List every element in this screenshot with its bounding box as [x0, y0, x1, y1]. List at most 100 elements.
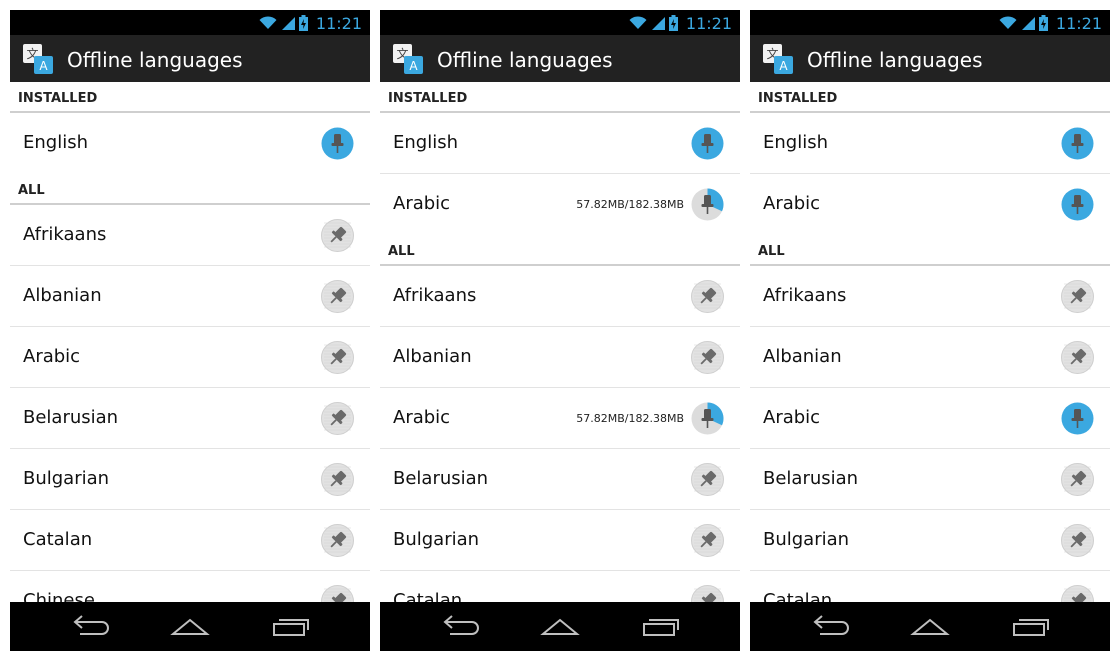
pin-icon[interactable] [321, 219, 354, 252]
phone-screen-2: 11:21 文 A Offline languages INSTALLED English… [380, 10, 740, 651]
pin-icon[interactable] [321, 524, 354, 557]
translate-app-icon[interactable]: 文A [22, 43, 54, 75]
back-icon[interactable] [810, 614, 850, 638]
action-bar: 文 A Offline languages [750, 35, 1110, 82]
pin-icon[interactable] [691, 585, 724, 602]
action-bar-title: Offline languages [437, 48, 613, 72]
pin-icon[interactable] [1061, 585, 1094, 602]
language-row-catalan[interactable]: Catalan [750, 571, 1110, 602]
pin-installed-icon[interactable] [1061, 188, 1094, 221]
translate-app-icon[interactable]: 文A [762, 43, 794, 75]
language-row-albanian[interactable]: Albanian [750, 327, 1110, 388]
language-row-english[interactable]: English [750, 113, 1110, 174]
language-row-arabic[interactable]: Arabic 57.82MB/182.38MB [380, 388, 740, 449]
pin-icon[interactable] [691, 341, 724, 374]
translate-app-icon[interactable]: 文A [392, 43, 424, 75]
status-bar: 11:21 [750, 10, 1110, 35]
section-header-installed: INSTALLED [380, 82, 740, 113]
pin-icon[interactable] [321, 280, 354, 313]
status-time: 11:21 [1055, 13, 1102, 33]
language-row-english[interactable]: English [380, 113, 740, 174]
language-label: Bulgarian [393, 529, 480, 550]
language-label: Albanian [763, 346, 842, 367]
language-label: Belarusian [23, 407, 119, 428]
pin-downloading-icon[interactable] [691, 402, 724, 435]
home-icon[interactable] [540, 614, 580, 638]
pin-installed-icon[interactable] [1061, 402, 1094, 435]
pin-icon[interactable] [1061, 524, 1094, 557]
svg-text:A: A [409, 59, 418, 73]
download-size: 57.82MB/182.38MB [576, 412, 684, 425]
status-time: 11:21 [315, 13, 362, 33]
section-header-all: ALL [750, 235, 1110, 266]
pin-installed-icon[interactable] [1061, 127, 1094, 160]
pin-installed-icon[interactable] [691, 127, 724, 160]
language-list[interactable]: INSTALLED English Arabic 57.82MB/182.38MB AL… [380, 82, 740, 602]
language-row-arabic[interactable]: Arabic [750, 174, 1110, 235]
svg-text:A: A [779, 59, 788, 73]
recents-icon[interactable] [1010, 614, 1050, 638]
svg-text:A: A [39, 59, 48, 73]
pin-icon[interactable] [691, 280, 724, 313]
signal-icon [651, 17, 665, 30]
language-list[interactable]: INSTALLED English ALL Afrikaans Albanian Arab… [10, 82, 370, 602]
home-icon[interactable] [170, 614, 210, 638]
pin-icon[interactable] [1061, 280, 1094, 313]
language-row-bulgarian[interactable]: Bulgarian [380, 510, 740, 571]
navigation-bar [10, 602, 370, 651]
language-label: Bulgarian [23, 468, 110, 489]
home-icon[interactable] [910, 614, 950, 638]
status-bar: 11:21 [380, 10, 740, 35]
back-icon[interactable] [70, 614, 110, 638]
status-icons: 11:21 [629, 13, 732, 33]
pin-icon[interactable] [1061, 341, 1094, 374]
status-bar: 11:21 [10, 10, 370, 35]
section-header-installed: INSTALLED [750, 82, 1110, 113]
pin-icon[interactable] [321, 402, 354, 435]
language-label: Arabic [393, 193, 451, 214]
language-row-catalan[interactable]: Catalan [10, 510, 370, 571]
recents-icon[interactable] [270, 614, 310, 638]
section-header-all: ALL [380, 235, 740, 266]
language-list[interactable]: INSTALLED English Arabic ALL Afrikaans Albani… [750, 82, 1110, 602]
language-row-albanian[interactable]: Albanian [10, 266, 370, 327]
pin-icon[interactable] [691, 463, 724, 496]
section-header-all: ALL [10, 174, 370, 205]
language-row-arabic[interactable]: Arabic [750, 388, 1110, 449]
language-label: Bulgarian [763, 529, 850, 550]
language-row-bulgarian[interactable]: Bulgarian [750, 510, 1110, 571]
language-label: Belarusian [763, 468, 859, 489]
language-label: Afrikaans [763, 285, 847, 306]
pin-icon[interactable] [321, 585, 354, 602]
language-label: Afrikaans [393, 285, 477, 306]
recents-icon[interactable] [640, 614, 680, 638]
pin-icon[interactable] [321, 463, 354, 496]
pin-icon[interactable] [321, 341, 354, 374]
pin-icon[interactable] [691, 524, 724, 557]
language-label: Belarusian [393, 468, 489, 489]
language-row-arabic[interactable]: Arabic 57.82MB/182.38MB [380, 174, 740, 235]
language-label: Catalan [393, 590, 463, 602]
language-row-belarusian[interactable]: Belarusian [750, 449, 1110, 510]
status-time: 11:21 [685, 13, 732, 33]
language-label: Arabic [763, 193, 821, 214]
language-label: Catalan [763, 590, 833, 602]
language-row-belarusian[interactable]: Belarusian [380, 449, 740, 510]
language-row-chinese[interactable]: Chinese [10, 571, 370, 602]
pin-installed-icon[interactable] [321, 127, 354, 160]
language-row-afrikaans[interactable]: Afrikaans [750, 266, 1110, 327]
language-row-arabic[interactable]: Arabic [10, 327, 370, 388]
language-row-english[interactable]: English [10, 113, 370, 174]
pin-icon[interactable] [1061, 463, 1094, 496]
language-row-bulgarian[interactable]: Bulgarian [10, 449, 370, 510]
language-row-afrikaans[interactable]: Afrikaans [380, 266, 740, 327]
action-bar: 文 A Offline languages [380, 35, 740, 82]
pin-downloading-icon[interactable] [691, 188, 724, 221]
language-row-catalan[interactable]: Catalan [380, 571, 740, 602]
language-row-albanian[interactable]: Albanian [380, 327, 740, 388]
back-icon[interactable] [440, 614, 480, 638]
language-label: Arabic [763, 407, 821, 428]
language-row-belarusian[interactable]: Belarusian [10, 388, 370, 449]
language-row-afrikaans[interactable]: Afrikaans [10, 205, 370, 266]
language-label: Albanian [23, 285, 102, 306]
